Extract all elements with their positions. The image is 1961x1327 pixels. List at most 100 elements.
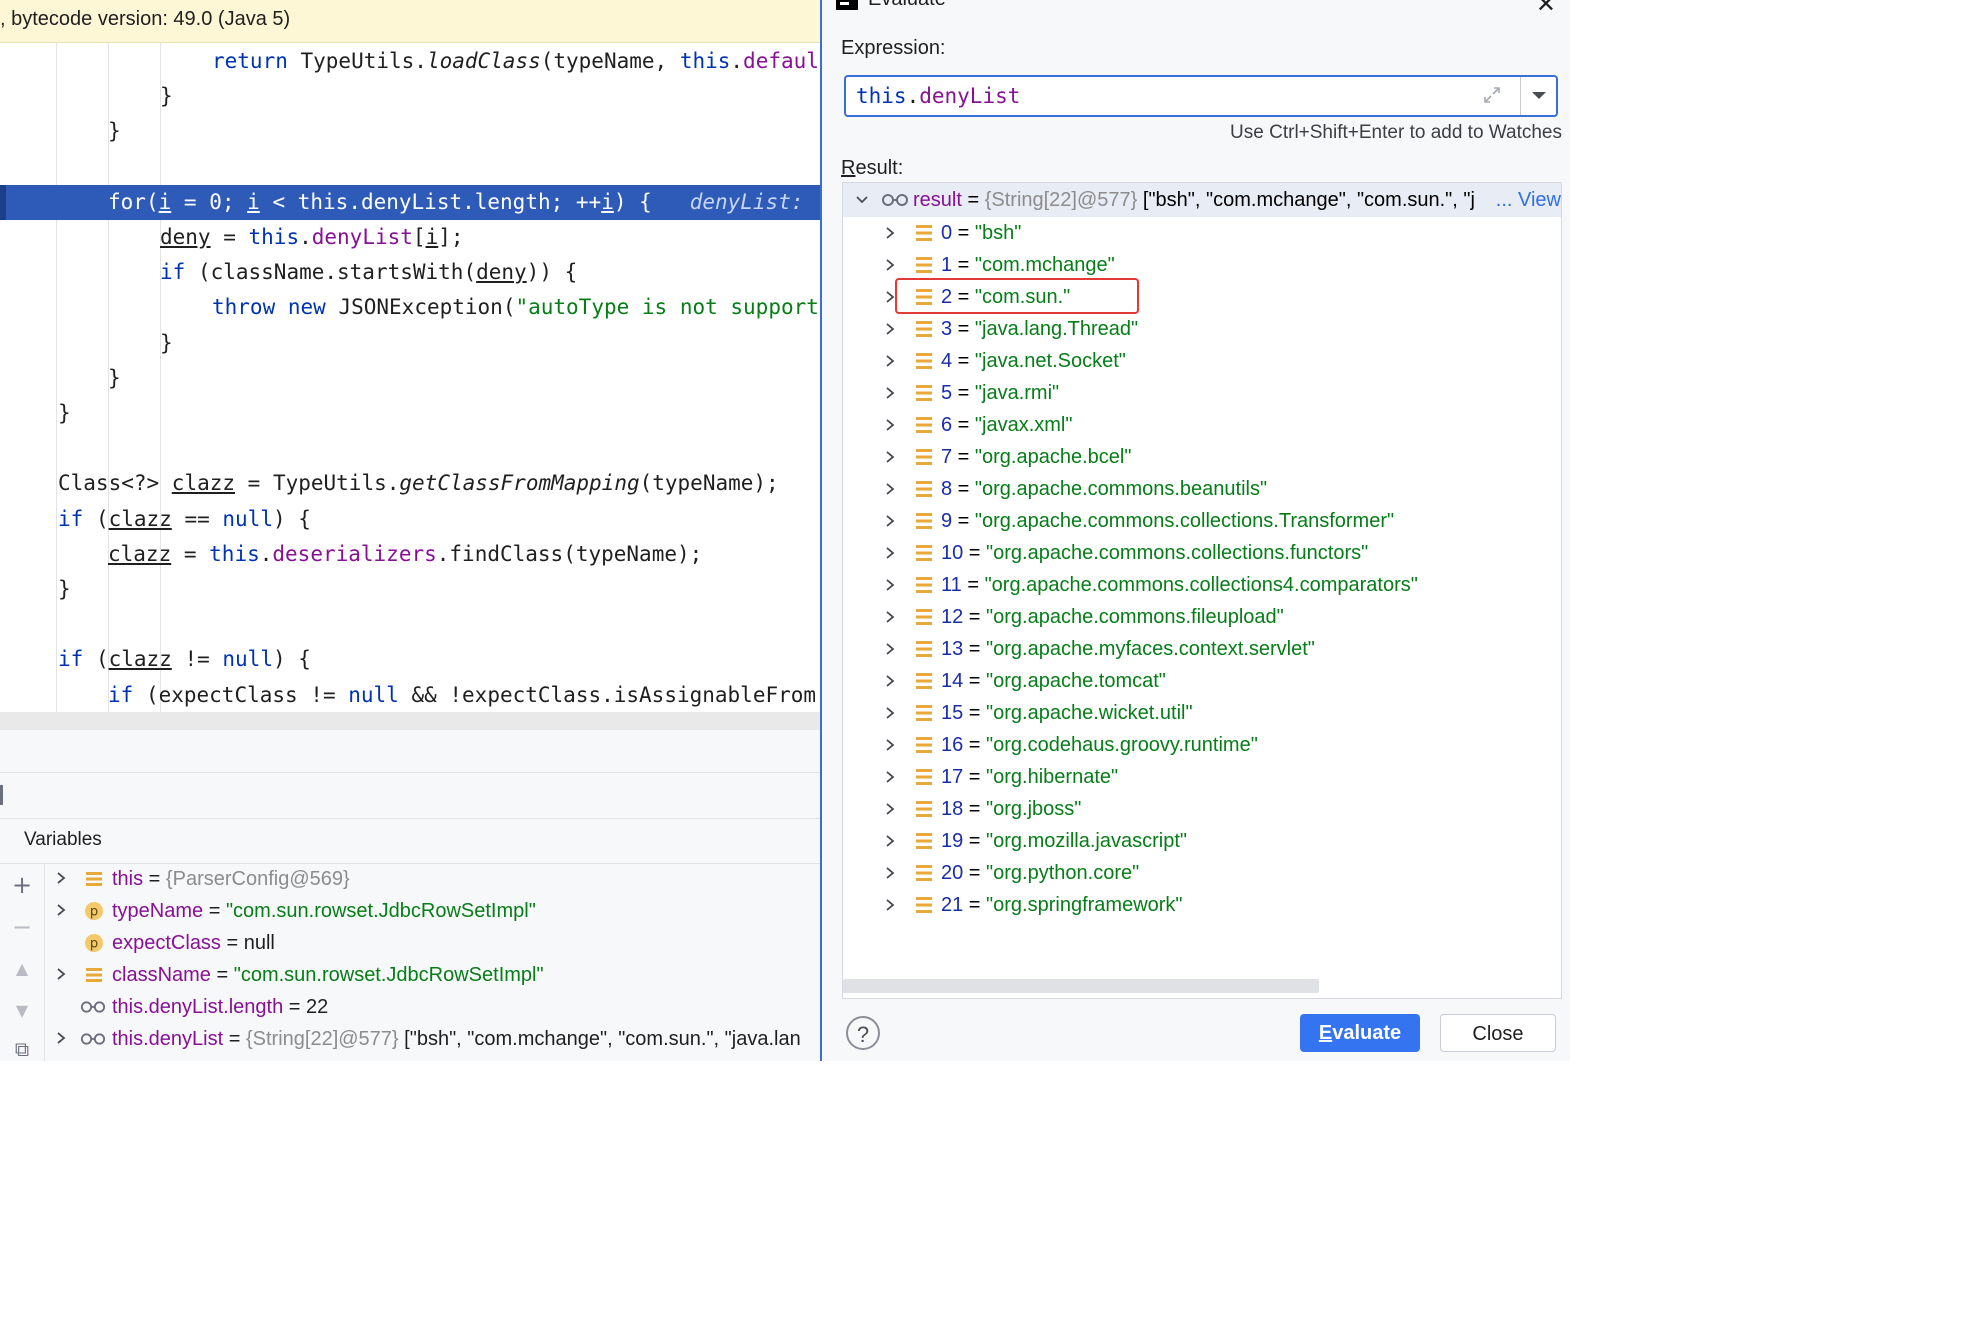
view-link[interactable]: ... View <box>1491 183 1561 217</box>
code-line-current[interactable]: for(i = 0; i < this.denyList.length; ++i… <box>0 185 820 220</box>
chevron-right-icon[interactable] <box>883 482 897 496</box>
code-line[interactable]: return TypeUtils.loadClass(typeName, thi… <box>0 44 820 79</box>
code-line[interactable]: if (className.startsWith(deny)) { <box>0 255 820 290</box>
result-item-row[interactable]: 6 = "javax.xml" <box>843 409 1561 441</box>
expression-field[interactable]: this.denyList <box>844 75 1558 117</box>
result-tree[interactable]: result = {String[22]@577} ["bsh", "com.m… <box>842 182 1562 999</box>
result-item-row[interactable]: 10 = "org.apache.commons.collections.fun… <box>843 537 1561 569</box>
code-line[interactable]: } <box>0 326 820 361</box>
chevron-right-icon[interactable] <box>883 866 897 880</box>
chevron-right-icon[interactable] <box>883 674 897 688</box>
result-type: {String[22]@577} <box>984 189 1138 211</box>
chevron-right-icon[interactable] <box>883 386 897 400</box>
result-item-row[interactable]: 17 = "org.hibernate" <box>843 761 1561 793</box>
result-item-row[interactable]: 1 = "com.mchange" <box>843 249 1561 281</box>
variable-row[interactable]: this.denyList = {String[22]@577} ["bsh",… <box>44 1023 820 1055</box>
chevron-down-icon[interactable] <box>855 193 869 207</box>
tree-horizontal-scrollbar[interactable] <box>843 979 1319 993</box>
chevron-down-icon <box>1532 92 1546 99</box>
duplicate-watch-icon[interactable]: ⧉ <box>10 1037 34 1061</box>
result-item-row[interactable]: 21 = "org.springframework" <box>843 889 1561 921</box>
result-item-row[interactable]: 7 = "org.apache.bcel" <box>843 441 1561 473</box>
expression-rest: .denyList <box>907 84 1021 108</box>
evaluate-button[interactable]: Evaluate <box>1300 1014 1420 1052</box>
chevron-right-icon[interactable] <box>883 546 897 560</box>
chevron-right-icon[interactable] <box>883 738 897 752</box>
variable-row[interactable]: className = "com.sun.rowset.JdbcRowSetIm… <box>44 959 820 991</box>
code-token: "autoType is not support <box>515 295 819 320</box>
chevron-right-icon[interactable] <box>883 322 897 336</box>
variable-name: expectClass <box>112 932 221 954</box>
remove-watch-icon[interactable]: − <box>10 915 34 939</box>
chevron-right-icon[interactable] <box>883 418 897 432</box>
code-editor[interactable]: , bytecode version: 49.0 (Java 5) return… <box>0 0 820 730</box>
result-item-row[interactable]: 3 = "java.lang.Thread" <box>843 313 1561 345</box>
chevron-right-icon[interactable] <box>883 642 897 656</box>
chevron-right-icon[interactable] <box>883 258 897 272</box>
add-watch-icon[interactable]: + <box>10 873 34 897</box>
variable-row[interactable]: this = {ParserConfig@569} <box>44 863 820 895</box>
result-item-text: 7 = "org.apache.bcel" <box>941 441 1131 473</box>
result-item-row[interactable]: 15 = "org.apache.wicket.util" <box>843 697 1561 729</box>
chevron-right-icon[interactable] <box>883 450 897 464</box>
result-label-mnemonic: R <box>841 157 856 179</box>
chevron-right-icon[interactable] <box>883 834 897 848</box>
result-item-row[interactable]: 16 = "org.codehaus.groovy.runtime" <box>843 729 1561 761</box>
chevron-right-icon[interactable] <box>54 967 68 981</box>
move-up-icon[interactable]: ▲ <box>10 957 34 981</box>
close-icon[interactable]: ✕ <box>1536 0 1556 18</box>
code-line[interactable]: } <box>0 114 820 149</box>
code-line[interactable]: clazz = this.deserializers.findClass(typ… <box>0 537 820 572</box>
code-line[interactable]: } <box>0 396 820 431</box>
result-item-row[interactable]: 5 = "java.rmi" <box>843 377 1561 409</box>
horizontal-scrollbar[interactable] <box>0 712 820 730</box>
chevron-right-icon[interactable] <box>883 610 897 624</box>
history-dropdown-button[interactable] <box>1520 77 1557 115</box>
code-line[interactable]: } <box>0 361 820 396</box>
expression-input[interactable]: this.denyList <box>846 77 1496 115</box>
result-item-row[interactable]: 8 = "org.apache.commons.beanutils" <box>843 473 1561 505</box>
code-line[interactable] <box>0 607 820 642</box>
result-item-row[interactable]: 4 = "java.net.Socket" <box>843 345 1561 377</box>
chevron-right-icon[interactable] <box>54 871 68 885</box>
chevron-right-icon[interactable] <box>883 770 897 784</box>
chevron-right-icon[interactable] <box>883 802 897 816</box>
chevron-right-icon[interactable] <box>883 578 897 592</box>
code-line[interactable]: } <box>0 572 820 607</box>
result-root-row[interactable]: result = {String[22]@577} ["bsh", "com.m… <box>843 183 1561 217</box>
chevron-right-icon[interactable] <box>883 354 897 368</box>
chevron-right-icon[interactable] <box>883 226 897 240</box>
close-button[interactable]: Close <box>1440 1014 1556 1052</box>
variable-row[interactable]: p typeName = "com.sun.rowset.JdbcRowSetIm… <box>44 895 820 927</box>
code-line[interactable]: if (expectClass != null && !expectClass.… <box>0 678 820 713</box>
code-line[interactable]: } <box>0 79 820 114</box>
chevron-right-icon[interactable] <box>883 706 897 720</box>
code-line[interactable]: throw new JSONException("autoType is not… <box>0 290 820 325</box>
expand-editor-icon[interactable] <box>1482 85 1502 105</box>
help-button[interactable]: ? <box>846 1016 880 1050</box>
result-preview: ["bsh", "com.mchange", "com.sun.", "j <box>1137 189 1475 211</box>
result-item-row[interactable]: 9 = "org.apache.commons.collections.Tran… <box>843 505 1561 537</box>
code-line[interactable]: if (clazz == null) { <box>0 502 820 537</box>
code-line[interactable] <box>0 150 820 185</box>
result-item-row[interactable]: 11 = "org.apache.commons.collections4.co… <box>843 569 1561 601</box>
code-line[interactable]: Class<?> clazz = TypeUtils.getClassFromM… <box>0 466 820 501</box>
result-item-row[interactable]: 20 = "org.python.core" <box>843 857 1561 889</box>
code-line[interactable]: if (clazz != null) { <box>0 642 820 677</box>
result-item-row[interactable]: 18 = "org.jboss" <box>843 793 1561 825</box>
code-line[interactable]: deny = this.denyList[i]; <box>0 220 820 255</box>
chevron-right-icon[interactable] <box>54 1031 68 1045</box>
variable-row[interactable]: p expectClass = null <box>44 927 820 959</box>
chevron-right-icon[interactable] <box>883 898 897 912</box>
result-item-row[interactable]: 13 = "org.apache.myfaces.context.servlet… <box>843 633 1561 665</box>
code-line[interactable] <box>0 431 820 466</box>
result-item-row[interactable]: 12 = "org.apache.commons.fileupload" <box>843 601 1561 633</box>
move-down-icon[interactable]: ▼ <box>10 999 34 1023</box>
field-lines-icon <box>916 385 932 401</box>
result-item-row[interactable]: 14 = "org.apache.tomcat" <box>843 665 1561 697</box>
result-item-row[interactable]: 19 = "org.mozilla.javascript" <box>843 825 1561 857</box>
variable-row[interactable]: this.denyList.length = 22 <box>44 991 820 1023</box>
chevron-right-icon[interactable] <box>54 903 68 917</box>
result-item-row[interactable]: 0 = "bsh" <box>843 217 1561 249</box>
chevron-right-icon[interactable] <box>883 514 897 528</box>
